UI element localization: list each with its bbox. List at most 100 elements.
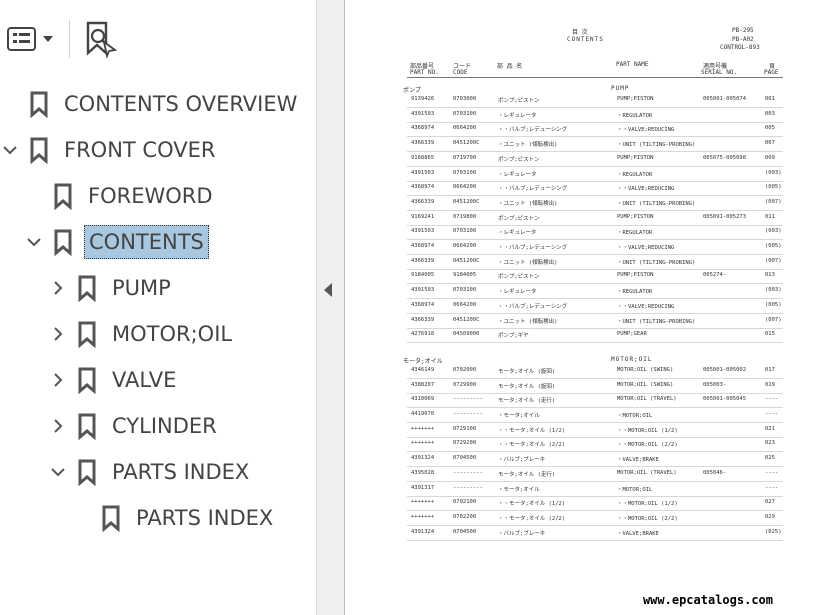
table-cell: ポンプ;ピストン	[498, 98, 540, 104]
table-cell: ・UNIT (TILTING-PROBING)	[617, 259, 696, 266]
row-divider	[407, 165, 783, 167]
hdr-page-en: PAGE	[764, 69, 779, 76]
bookmark-label: CYLINDER	[112, 414, 217, 438]
row-divider	[407, 209, 783, 211]
bookmark-label: CONTENTS	[84, 225, 209, 259]
table-cell: 4366339	[411, 140, 435, 147]
bookmark-label: PARTS INDEX	[112, 460, 250, 484]
table-cell: ポンプ;ピストン	[498, 215, 540, 222]
row-divider	[407, 298, 783, 300]
table-cell: 4391503	[411, 287, 435, 294]
row-divider	[407, 392, 783, 394]
chevron-right-icon[interactable]	[50, 418, 66, 434]
table-cell: 4388207	[411, 381, 435, 388]
table-cell: (003)	[765, 169, 782, 176]
table-cell: ・レギュレータ	[498, 289, 537, 296]
table-cell: ポンプ;ピストン	[498, 274, 540, 281]
chevron-right-icon[interactable]	[50, 326, 66, 342]
table-cell: ・バルブ;ブレーキ	[498, 457, 546, 464]
bookmark-label: PUMP	[112, 276, 171, 300]
table-cell: 0704500	[453, 528, 477, 535]
bookmark-item[interactable]: MOTOR;OIL	[54, 314, 232, 354]
table-cell: ・ユニット (傾転検出)	[498, 318, 558, 325]
table-cell: 005091-005273	[703, 213, 747, 220]
header-rule	[407, 77, 783, 78]
table-cell: MOTOR;OIL (SWING)	[617, 381, 674, 388]
table-cell: ・UNIT (TILTING-PROBING)	[617, 200, 696, 207]
chevron-down-icon[interactable]	[50, 464, 66, 480]
table-cell: 4391503	[411, 110, 435, 117]
table-cell: 005001-005074	[703, 96, 747, 102]
table-cell: ・・MOTOR;OIL (2/2)	[617, 442, 678, 449]
row-divider	[407, 480, 783, 482]
table-cell: ・MOTOR;OIL	[617, 486, 653, 493]
table-cell: 021	[765, 425, 775, 432]
hdr-partno-en: PART NO.	[410, 69, 439, 76]
table-cell: 0729100	[453, 425, 477, 432]
bookmark-label: PARTS INDEX	[136, 506, 274, 530]
table-cell: 0702200	[453, 513, 477, 520]
table-cell: ----	[765, 396, 779, 403]
table-cell: 005	[765, 125, 775, 132]
toolbar-separator	[69, 20, 70, 58]
table-cell: ・VALVE;BRAKE	[617, 457, 659, 464]
doc-title-jp: 目 次	[572, 29, 588, 36]
options-menu-button[interactable]	[5, 24, 57, 54]
table-cell: 4366339	[411, 198, 435, 205]
collapse-panel-button[interactable]	[317, 0, 345, 615]
bookmarks-panel: CONTENTS OVERVIEW FRONT COVER FOREWORD CONT…	[0, 0, 316, 615]
bookmark-item[interactable]: PARTS INDEX	[51, 452, 250, 492]
row-divider	[407, 524, 783, 526]
table-cell: MOTOR;OIL (TRAVEL)	[617, 469, 677, 476]
bookmark-item[interactable]: CYLINDER	[54, 406, 217, 446]
table-cell: 0704500	[453, 455, 477, 462]
table-cell: ・・バルブ;レデューシング	[498, 245, 568, 251]
bookmark-item[interactable]: CONTENTS	[27, 222, 209, 262]
bookmark-item[interactable]: FOREWORD	[52, 176, 213, 216]
bookmark-item[interactable]: PARTS INDEX	[100, 498, 273, 538]
table-cell: 029	[765, 513, 775, 520]
table-cell: (007)	[765, 257, 782, 264]
table-cell: 4368974	[411, 184, 435, 191]
table-cell: ・レギュレータ	[498, 230, 537, 237]
table-cell: (005)	[765, 243, 782, 249]
table-cell: PUMP;PISTON	[617, 272, 654, 279]
table-cell: ・・VALVE;REDUCING	[617, 186, 675, 193]
table-cell: ・ユニット (傾転検出)	[498, 200, 558, 207]
table-cell: 023	[765, 440, 775, 447]
table-cell: 0702000	[453, 366, 477, 373]
bookmark-icon	[78, 275, 96, 302]
row-divider	[407, 254, 783, 255]
collapse-arrow-icon	[324, 283, 332, 297]
row-divider	[407, 407, 783, 409]
bookmark-label: FRONT COVER	[64, 138, 216, 162]
row-divider	[407, 436, 783, 438]
table-cell: 9184005	[411, 272, 435, 279]
table-cell: ・・VALVE;REDUCING	[617, 245, 675, 251]
row-divider	[407, 180, 783, 182]
table-cell: ・・VALVE;REDUCING	[617, 303, 675, 310]
table-cell: ----	[765, 469, 779, 476]
chevron-right-icon[interactable]	[50, 372, 66, 388]
bookmark-item[interactable]: FRONT COVER	[3, 130, 216, 170]
row-divider	[407, 151, 783, 153]
row-divider	[407, 239, 783, 241]
bookmark-item[interactable]: CONTENTS OVERVIEW	[28, 84, 297, 124]
table-cell: 0451200C	[453, 257, 480, 264]
table-cell: ・ユニット (傾転検出)	[498, 259, 558, 266]
bookmark-label: VALVE	[112, 368, 177, 392]
chevron-right-icon[interactable]	[50, 280, 66, 296]
table-cell: 0702100	[453, 499, 477, 506]
table-cell: 005001-005002	[703, 366, 747, 373]
table-cell: ----	[765, 484, 779, 491]
find-bookmark-button[interactable]	[82, 20, 120, 58]
doc-title-en: CONTENTS	[567, 36, 604, 43]
bookmark-icon	[30, 137, 48, 164]
chevron-down-icon[interactable]	[2, 142, 18, 158]
bookmark-item[interactable]: VALVE	[54, 360, 177, 400]
table-cell: モータ;オイル (走行)	[498, 398, 556, 405]
bookmark-item[interactable]: PUMP	[54, 268, 171, 308]
chevron-down-icon[interactable]	[26, 234, 42, 250]
table-cell: 015	[765, 331, 775, 338]
table-cell: 0703100	[453, 287, 477, 294]
